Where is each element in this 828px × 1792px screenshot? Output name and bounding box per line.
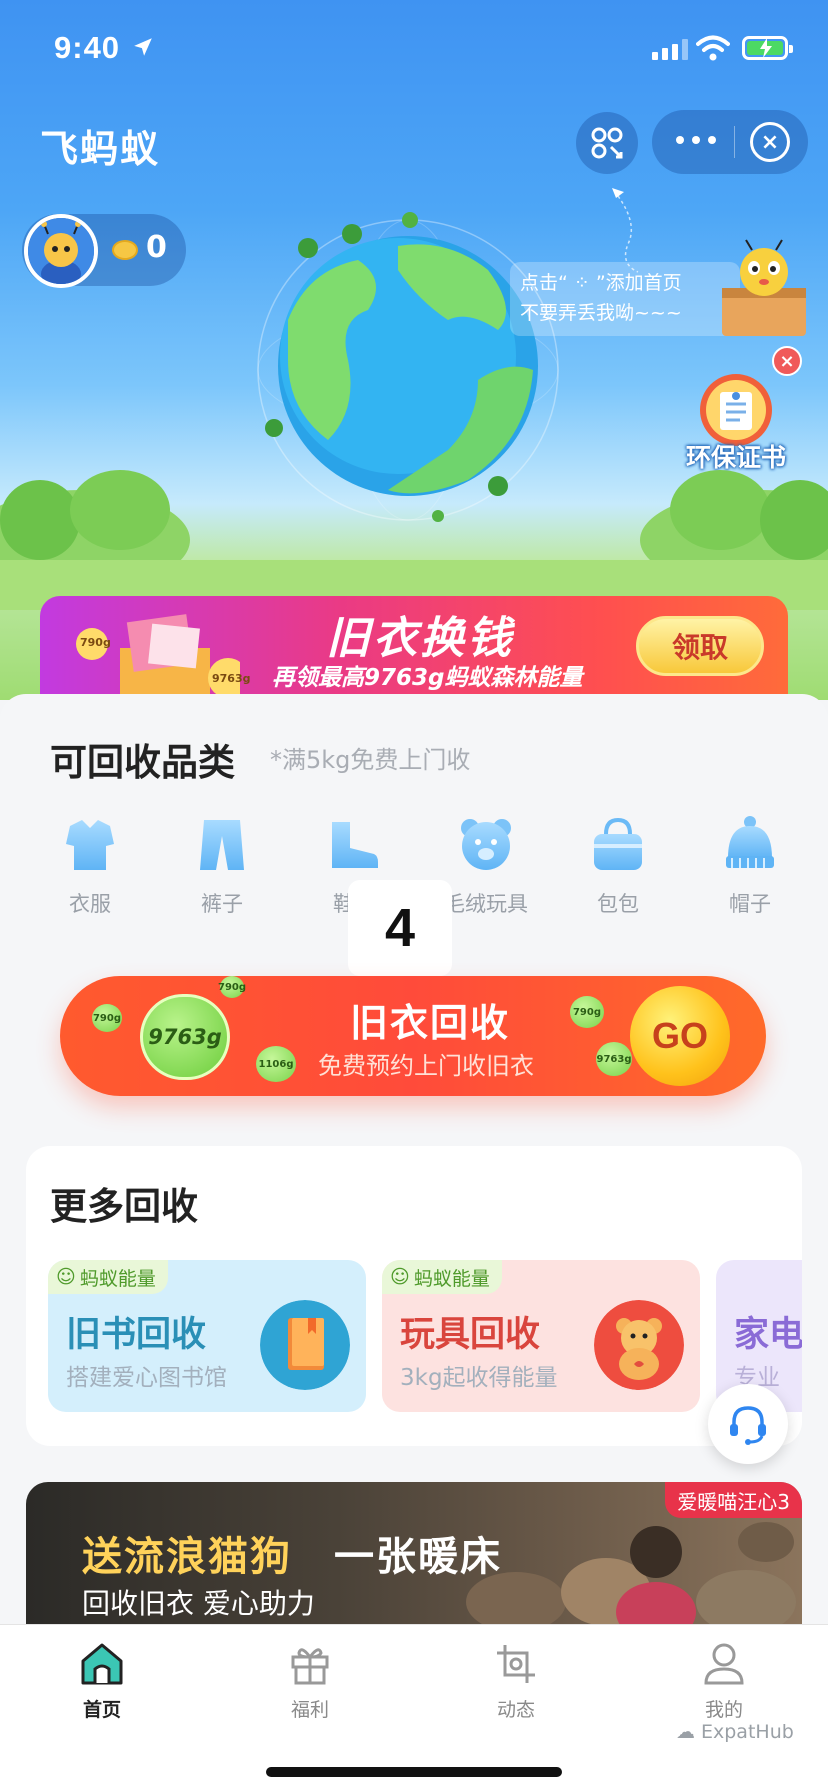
banner-badge-2: 9763g xyxy=(212,672,251,685)
banner-title: 旧衣换钱 xyxy=(326,613,514,664)
promo-title-highlight: 送流浪猫狗 xyxy=(82,1534,292,1580)
customer-service-button[interactable] xyxy=(708,1384,788,1464)
coin-count: 0 xyxy=(146,230,167,265)
bear-icon xyxy=(461,819,511,870)
home-indicator[interactable] xyxy=(266,1767,562,1777)
step-number-overlay: 4 xyxy=(348,880,452,976)
tab-welfare[interactable]: 福利 xyxy=(250,1641,370,1722)
scan-button[interactable] xyxy=(576,112,638,174)
teddy-bear-icon xyxy=(594,1300,684,1390)
tab-mine[interactable]: 我的 xyxy=(664,1641,784,1722)
tip-line-1: 点击“ ⁘ ”添加首页 xyxy=(520,272,682,294)
toy-recycle-subtitle: 3kg起收得能量 xyxy=(400,1365,558,1391)
recycle-title: 旧衣回收 xyxy=(350,1001,511,1045)
status-time: 9:40 xyxy=(54,30,121,65)
shirt-icon xyxy=(66,820,114,870)
category-label: 衣服 xyxy=(69,892,111,916)
tab-label: 首页 xyxy=(82,1699,121,1721)
bag-icon xyxy=(594,817,642,870)
category-label: 包包 xyxy=(597,892,639,916)
book-icon xyxy=(260,1300,350,1390)
location-arrow-icon xyxy=(134,38,152,56)
tab-label: 福利 xyxy=(290,1699,329,1721)
book-recycle-subtitle: 搭建爱心图书馆 xyxy=(66,1365,227,1391)
wechat-icon: ☁ xyxy=(676,1721,695,1743)
more-title: 更多回收 xyxy=(50,1185,198,1228)
crop-icon xyxy=(497,1645,535,1683)
category-item-hats[interactable]: 帽子 xyxy=(700,814,800,918)
status-bar: 9:40 xyxy=(0,0,828,100)
tab-label: 动态 xyxy=(496,1699,535,1721)
avatar[interactable] xyxy=(24,214,98,288)
more-recycle-card: 更多回收 ☺ 蚂蚁能量 旧书回收 搭建爱心图书馆 ☺ 蚂蚁能量 玩具回收 3kg起收… xyxy=(26,1146,802,1446)
toy-recycle-title: 玩具回收 xyxy=(400,1315,541,1355)
headset-icon xyxy=(730,1406,766,1445)
energy-tag: ☺ 蚂蚁能量 xyxy=(382,1260,502,1294)
landscape-decoration xyxy=(0,470,828,610)
energy-ball-mini: 1106g xyxy=(256,1046,296,1082)
more-icon[interactable] xyxy=(676,136,716,146)
energy-ball-mini: 790g xyxy=(92,1004,122,1032)
user-pill[interactable]: 0 xyxy=(22,214,186,288)
category-label: 裤子 xyxy=(201,892,243,916)
energy-ball-mini: 790g xyxy=(570,996,604,1028)
tip-line-2: 不要弄丢我呦~~~ xyxy=(520,302,682,324)
scan-icon xyxy=(591,127,623,159)
mascot-icon xyxy=(722,239,806,336)
stray-animals-banner[interactable]: 爱暖喵汪心3 送流浪猫狗 一张暖床 回收旧衣 爱心助力 xyxy=(26,1482,802,1632)
claim-button[interactable]: 领取 xyxy=(636,616,764,676)
shoe-icon xyxy=(332,822,378,868)
energy-ball-mini: 790g xyxy=(218,976,246,998)
tip-close-icon[interactable]: × xyxy=(772,346,802,376)
banner-badge-1: 790g xyxy=(80,636,111,649)
pants-icon xyxy=(200,820,244,870)
promo-subtitle: 回收旧衣 爱心助力 xyxy=(82,1587,315,1620)
categories-title: 可回收品类 xyxy=(50,741,235,784)
bottom-tabbar: 首页 福利 动态 我的 ☁ ExpatHub xyxy=(0,1624,828,1792)
appliance-recycle-title: 家电 xyxy=(734,1315,802,1355)
category-label: 帽子 xyxy=(729,892,771,916)
tab-label: 我的 xyxy=(704,1699,743,1721)
book-recycle-title: 旧书回收 xyxy=(66,1315,207,1355)
energy-ball: 9763g xyxy=(140,994,230,1080)
category-item-bags[interactable]: 包包 xyxy=(568,814,668,918)
recycle-subtitle: 免费预约上门收旧衣 xyxy=(318,1052,534,1080)
dogs-photo xyxy=(466,1522,796,1632)
user-icon xyxy=(704,1643,744,1685)
toy-recycle-card[interactable]: ☺ 蚂蚁能量 玩具回收 3kg起收得能量 xyxy=(382,1260,700,1412)
app-title: 飞蚂蚁 xyxy=(40,127,161,171)
battery-icon xyxy=(742,36,793,60)
hero-section: 9:40 飞蚂蚁 × 0 点击“ ⁘ ”添加首页 不要弄丢我呦~~~ × 环保证… xyxy=(0,0,828,700)
go-button[interactable]: GO xyxy=(630,986,730,1086)
miniprogram-capsule: × xyxy=(652,110,808,174)
leaf-icon: ☺ xyxy=(390,1266,410,1288)
home-icon xyxy=(81,1643,123,1685)
wifi-icon xyxy=(696,35,730,61)
watermark: ☁ ExpatHub xyxy=(676,1721,794,1743)
add-home-tip: 点击“ ⁘ ”添加首页 不要弄丢我呦~~~ xyxy=(510,262,740,336)
old-clothes-recycle-button[interactable]: 790g 1106g 790g 9763g 790g 9763g 旧衣回收 免费… xyxy=(60,976,766,1096)
promo-tag: 爱暖喵汪心3 xyxy=(665,1482,802,1518)
close-icon[interactable]: × xyxy=(750,122,790,162)
category-item-pants[interactable]: 裤子 xyxy=(172,814,272,918)
banner-subtitle: 再领最高9763g蚂蚁森林能量 xyxy=(272,665,583,691)
promo-title: 一张暖床 xyxy=(334,1534,502,1580)
energy-tag: ☺ 蚂蚁能量 xyxy=(48,1260,168,1294)
gift-icon xyxy=(291,1648,329,1685)
old-clothes-banner[interactable]: 790g 9763g 旧衣换钱 再领最高9763g蚂蚁森林能量 领取 xyxy=(40,596,788,700)
book-recycle-card[interactable]: ☺ 蚂蚁能量 旧书回收 搭建爱心图书馆 xyxy=(48,1260,366,1412)
category-item-clothes[interactable]: 衣服 xyxy=(40,814,140,918)
categories-note: *满5kg免费上门收 xyxy=(270,746,471,774)
tab-home[interactable]: 首页 xyxy=(42,1641,162,1722)
leaf-icon: ☺ xyxy=(56,1266,76,1288)
hat-icon xyxy=(726,816,774,868)
coin-icon xyxy=(112,240,138,260)
gift-box-illustration xyxy=(76,614,240,700)
tab-feed[interactable]: 动态 xyxy=(456,1641,576,1722)
energy-ball-mini: 9763g xyxy=(596,1042,632,1076)
kite-icon xyxy=(612,188,639,273)
signal-icon xyxy=(652,38,688,60)
